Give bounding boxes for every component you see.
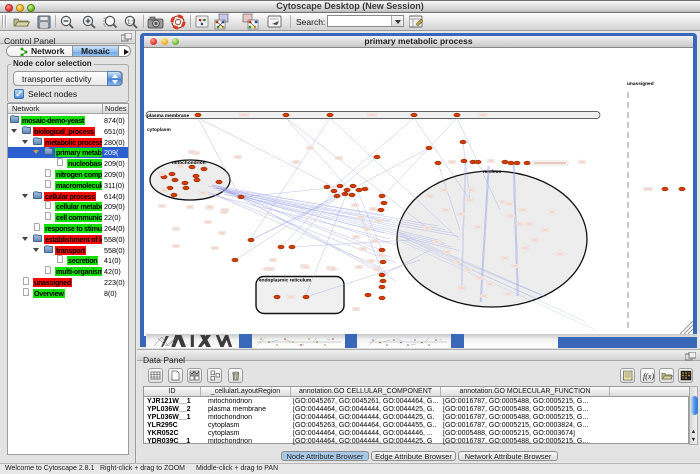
svg-text:plasma membrane: plasma membrane bbox=[147, 113, 189, 119]
svg-text:endoplasmic reticulum: endoplasmic reticulum bbox=[259, 278, 311, 284]
svg-text:f(x): f(x) bbox=[643, 372, 654, 381]
svg-text:cytoplasm: cytoplasm bbox=[147, 127, 171, 133]
svg-text:1:1: 1:1 bbox=[127, 19, 135, 25]
svg-text:unassigned: unassigned bbox=[627, 81, 654, 87]
svg-text:nucleus: nucleus bbox=[483, 169, 501, 175]
